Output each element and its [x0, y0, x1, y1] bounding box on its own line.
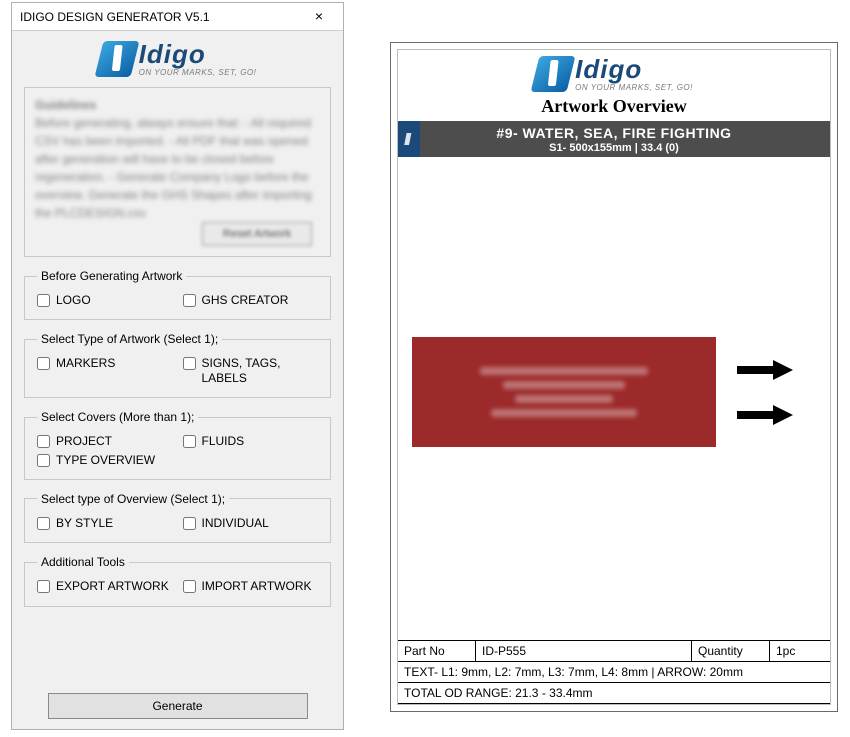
checkbox-logo[interactable]: LOGO — [37, 293, 175, 307]
checkbox-markers[interactable]: MARKERS — [37, 356, 175, 385]
logo-tagline: ON YOUR MARKS, SET, GO! — [139, 69, 257, 77]
doc-logo-tagline: ON YOUR MARKS, SET, GO! — [575, 84, 693, 92]
partno-label: Part No — [398, 641, 476, 662]
checkbox-markers-input[interactable] — [37, 357, 50, 370]
marker-arrows — [716, 337, 816, 447]
legend-overview: Select type of Overview (Select 1); — [37, 492, 229, 506]
checkbox-individual-input[interactable] — [183, 517, 196, 530]
quantity-value: 1pc — [770, 641, 830, 662]
text-sizes-line: TEXT- L1: 9mm, L2: 7mm, L3: 7mm, L4: 8mm… — [398, 662, 830, 683]
legend-covers: Select Covers (More than 1); — [37, 410, 198, 424]
document-page: Idigo ON YOUR MARKS, SET, GO! Artwork Ov… — [397, 49, 831, 705]
marker-text-line — [503, 381, 625, 389]
checkbox-import-input[interactable] — [183, 580, 196, 593]
checkbox-type-overview[interactable]: TYPE OVERVIEW — [37, 453, 175, 467]
doc-logo: Idigo ON YOUR MARKS, SET, GO! — [398, 56, 830, 92]
idigo-logo: Idigo ON YOUR MARKS, SET, GO! — [24, 41, 331, 77]
design-generator-dialog: IDIGO DESIGN GENERATOR V5.1 × Idigo ON Y… — [11, 2, 344, 730]
close-icon[interactable]: × — [299, 6, 339, 28]
checkbox-individual[interactable]: INDIVIDUAL — [183, 516, 321, 530]
group-artwork-type: Select Type of Artwork (Select 1); MARKE… — [24, 332, 331, 398]
guidelines-group: Guidelines Before generating, always ens… — [24, 87, 331, 257]
page-title: Artwork Overview — [398, 96, 830, 117]
legend-type: Select Type of Artwork (Select 1); — [37, 332, 222, 346]
marker-text-line — [491, 409, 637, 417]
checkbox-import-artwork[interactable]: IMPORT ARTWORK — [183, 579, 321, 593]
checkbox-bystyle-input[interactable] — [37, 517, 50, 530]
checkbox-logo-input[interactable] — [37, 294, 50, 307]
checkbox-project[interactable]: PROJECT — [37, 434, 175, 448]
marker-text-line — [480, 367, 647, 375]
dialog-body: Idigo ON YOUR MARKS, SET, GO! Guidelines… — [12, 31, 343, 729]
group-additional-tools: Additional Tools EXPORT ARTWORK IMPORT A… — [24, 555, 331, 606]
artwork-canvas — [398, 157, 830, 640]
checkbox-signs-tags-labels[interactable]: SIGNS, TAGS, LABELS — [183, 356, 321, 385]
banner-mark-icon — [398, 121, 420, 157]
group-before-generating: Before Generating Artwork LOGO GHS CREAT… — [24, 269, 331, 320]
od-range-line: TOTAL OD RANGE: 21.3 - 33.4mm — [398, 683, 830, 704]
checkbox-typeov-input[interactable] — [37, 454, 50, 467]
spec-table: Part No ID-P555 Quantity 1pc TEXT- L1: 9… — [398, 640, 830, 704]
checkbox-project-input[interactable] — [37, 435, 50, 448]
checkbox-signs-input[interactable] — [183, 357, 196, 370]
quantity-label: Quantity — [692, 641, 770, 662]
logo-brand: Idigo — [139, 41, 257, 67]
checkbox-fluids-input[interactable] — [183, 435, 196, 448]
marker-text-line — [515, 395, 612, 403]
guidelines-text: Guidelines Before generating, always ens… — [35, 96, 320, 222]
pipe-marker-preview — [412, 337, 816, 447]
checkbox-export-artwork[interactable]: EXPORT ARTWORK — [37, 579, 175, 593]
partno-value: ID-P555 — [476, 641, 692, 662]
checkbox-export-input[interactable] — [37, 580, 50, 593]
doc-logo-mark-icon — [531, 56, 576, 92]
legend-tools: Additional Tools — [37, 555, 129, 569]
generate-button[interactable]: Generate — [48, 693, 308, 719]
banner-subtitle: S1- 500x155mm | 33.4 (0) — [398, 142, 830, 154]
arrow-right-icon — [737, 408, 795, 422]
window-title: IDIGO DESIGN GENERATOR V5.1 — [20, 10, 299, 24]
doc-logo-brand: Idigo — [575, 56, 693, 82]
group-covers: Select Covers (More than 1); PROJECT FLU… — [24, 410, 331, 480]
group-overview-type: Select type of Overview (Select 1); BY S… — [24, 492, 331, 543]
checkbox-by-style[interactable]: BY STYLE — [37, 516, 175, 530]
arrow-right-icon — [737, 363, 795, 377]
checkbox-ghs-input[interactable] — [183, 294, 196, 307]
checkbox-fluids[interactable]: FLUIDS — [183, 434, 321, 448]
reset-artwork-button[interactable]: Reset Artwork — [202, 222, 312, 246]
artwork-overview-document: Idigo ON YOUR MARKS, SET, GO! Artwork Ov… — [390, 42, 838, 712]
checkbox-ghs-creator[interactable]: GHS CREATOR — [183, 293, 321, 307]
titlebar: IDIGO DESIGN GENERATOR V5.1 × — [12, 3, 343, 31]
legend-before: Before Generating Artwork — [37, 269, 186, 283]
marker-label-area — [412, 337, 716, 447]
logo-mark-icon — [94, 41, 139, 77]
banner-title: #9- WATER, SEA, FIRE FIGHTING — [398, 125, 830, 141]
category-banner: #9- WATER, SEA, FIRE FIGHTING S1- 500x15… — [398, 121, 830, 157]
